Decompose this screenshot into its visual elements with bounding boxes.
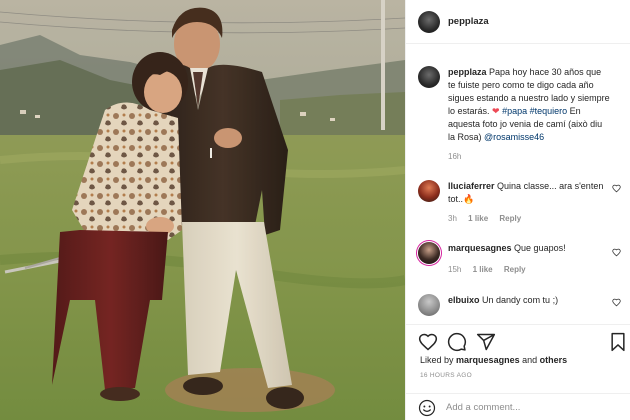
comment-like-heart-icon[interactable] (612, 184, 621, 193)
comment-like-heart-icon[interactable] (612, 248, 621, 257)
instagram-post-view: pepplaza pepplaza Papa hoy hace 30 años … (0, 0, 630, 420)
liked-by-and: and (522, 355, 538, 365)
comment-item: elbuixo Un dandy com tu ;) (418, 294, 623, 316)
comment-username[interactable]: elbuixo (448, 295, 480, 305)
comment-time[interactable]: 3h (448, 214, 457, 223)
hashtag-papa[interactable]: #papa (502, 106, 527, 116)
heart-icon[interactable] (418, 332, 438, 352)
liked-by-user[interactable]: marquesagnes (456, 355, 520, 365)
post-actions: Liked by marquesagnes and others 16 HOUR… (406, 324, 630, 420)
liked-by-prefix: Liked by (420, 355, 454, 365)
caption-username[interactable]: pepplaza (448, 67, 487, 77)
comment-item: marquesagnes Que guapos! 15h 1 like Repl… (418, 242, 623, 276)
comments-list: pepplaza Papa hoy hace 30 años que te fu… (406, 44, 630, 324)
add-comment-input[interactable]: Add a comment... (446, 402, 520, 413)
emoji-icon[interactable] (418, 399, 436, 417)
red-heart-emoji: ❤ (492, 106, 500, 116)
comment-username[interactable]: lluciaferrer (448, 181, 495, 191)
bookmark-icon[interactable] (608, 332, 628, 352)
post-photo[interactable] (0, 0, 405, 420)
comment-time[interactable]: 15h (448, 265, 461, 274)
comment-text: Un dandy com tu ;) (482, 295, 559, 305)
vintage-couple-photo (0, 0, 405, 420)
share-icon[interactable] (476, 332, 496, 352)
comment-likes[interactable]: 1 like (473, 265, 493, 274)
caption-avatar[interactable] (418, 66, 440, 88)
liked-by-others[interactable]: others (540, 355, 568, 365)
caption-time[interactable]: 16h (448, 152, 461, 161)
reply-button[interactable]: Reply (499, 214, 521, 223)
commenter-avatar[interactable] (418, 242, 440, 264)
comment-username[interactable]: marquesagnes (448, 243, 512, 253)
commenter-avatar[interactable] (418, 180, 440, 202)
comment-icon[interactable] (447, 332, 467, 352)
comment-item: lluciaferrer Quina classe... ara s'enten… (418, 180, 623, 225)
action-icons-row (418, 330, 625, 354)
fire-emoji: 🔥 (463, 194, 475, 204)
add-comment-bar: Add a comment... (406, 393, 630, 420)
post-sidebar: pepplaza pepplaza Papa hoy hace 30 años … (405, 0, 630, 420)
post-author-username[interactable]: pepplaza (448, 16, 489, 27)
post-author-avatar[interactable] (418, 10, 440, 33)
comment-text: Que guapos! (514, 243, 566, 253)
comment-like-heart-icon[interactable] (612, 298, 621, 307)
mention-rosamisse46[interactable]: @rosamisse46 (484, 132, 544, 142)
caption: pepplaza Papa hoy hace 30 años que te fu… (418, 66, 623, 163)
hashtag-tequiero[interactable]: #tequiero (530, 106, 568, 116)
commenter-avatar[interactable] (418, 294, 440, 316)
comment-likes[interactable]: 1 like (468, 214, 488, 223)
post-header: pepplaza (406, 0, 630, 44)
reply-button[interactable]: Reply (504, 265, 526, 274)
likes-summary: Liked by marquesagnes and others (420, 355, 567, 365)
post-timestamp[interactable]: 16 HOURS AGO (420, 372, 472, 379)
